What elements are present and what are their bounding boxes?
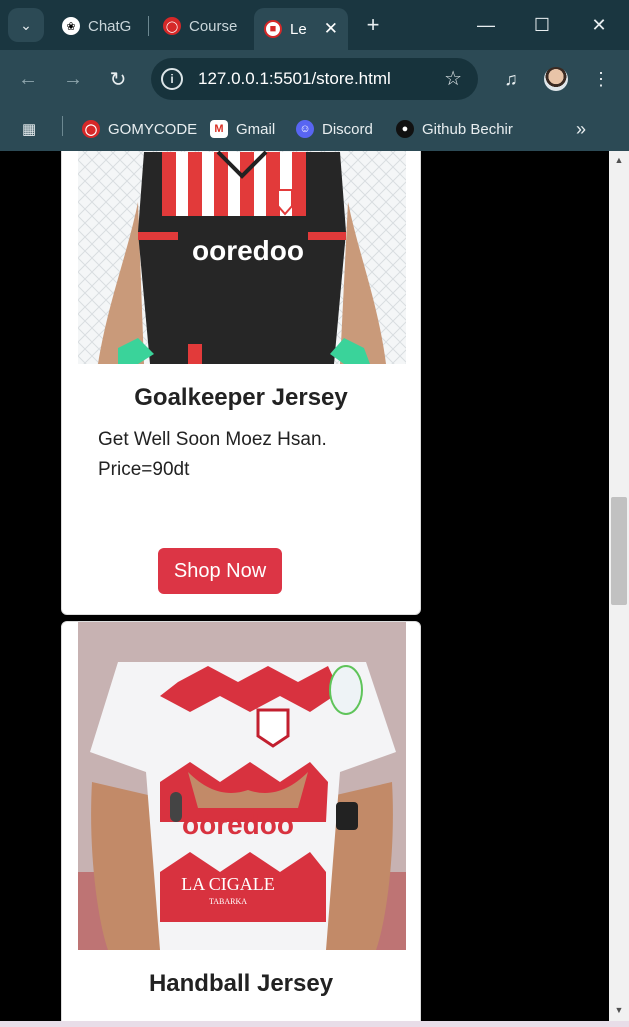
bookmark-discord[interactable]: ☺ Discord xyxy=(296,117,373,141)
product-title: Goalkeeper Jersey xyxy=(134,384,348,411)
more-bookmarks-icon[interactable]: » xyxy=(576,117,586,141)
discord-icon: ☺ xyxy=(296,120,314,138)
product-title: Handball Jersey xyxy=(148,970,334,997)
maximize-button[interactable]: ☐ xyxy=(522,10,562,40)
tab-course[interactable]: ◯ Course xyxy=(153,8,243,44)
arrow-right-icon: → xyxy=(63,67,83,90)
bookmark-label: Gmail xyxy=(236,120,276,138)
back-button[interactable]: ← xyxy=(16,67,40,91)
arrow-left-icon: ← xyxy=(18,67,38,90)
handball-jersey-image: ooredoo LA CIGALE TABARKA xyxy=(78,622,406,950)
site-info-icon[interactable]: i xyxy=(161,68,183,90)
menu-dots-icon[interactable]: ⋮ xyxy=(588,66,614,92)
forward-button[interactable]: → xyxy=(61,67,85,91)
bookmark-github[interactable]: ● Github Bechir xyxy=(396,117,513,141)
github-icon: ● xyxy=(396,120,414,138)
bookmark-label: GOMYCODE xyxy=(108,120,198,138)
browser-toolbar: ← → ↻ i 127.0.0.1:5501/store.html ☆ ♫ ⋮ xyxy=(0,50,629,108)
page-viewport: ooredoo Goalkeeper Jersey Get Well Soon … xyxy=(0,151,609,1021)
url-text[interactable]: 127.0.0.1:5501/store.html xyxy=(198,69,391,89)
close-window-button[interactable]: ✕ xyxy=(579,10,619,40)
product-description: Get Well Soon Moez Hsan. xyxy=(98,429,327,450)
tab-strip: ⌄ ❀ ChatG ◯ Course ■ Le ✕ + — ☐ ✕ xyxy=(0,0,629,50)
tab-search-button[interactable]: ⌄ xyxy=(8,8,44,42)
reload-icon: ↻ xyxy=(109,68,127,91)
tab-store[interactable]: ■ Le ✕ xyxy=(254,8,348,50)
tab-label: ChatG xyxy=(88,17,132,35)
media-controls-icon[interactable]: ♫ xyxy=(498,66,524,92)
bookmark-separator xyxy=(62,116,63,136)
page-scrollbar[interactable]: ▲ ▼ xyxy=(609,151,629,1021)
tab-separator xyxy=(148,16,149,36)
tab-chatgpt[interactable]: ❀ ChatG xyxy=(52,8,140,44)
bookmark-star-icon[interactable]: ☆ xyxy=(444,66,462,91)
gomycode-icon: ◯ xyxy=(82,120,100,138)
bookmark-gomycode[interactable]: ◯ GOMYCODE xyxy=(82,117,197,141)
bookmark-label: Github Bechir xyxy=(422,120,513,138)
reload-button[interactable]: ↻ xyxy=(106,67,130,91)
sponsor-text: ooredoo xyxy=(192,235,304,266)
bottom-border xyxy=(0,1021,629,1027)
chevron-down-icon: ⌄ xyxy=(20,16,32,33)
apps-grid-icon[interactable]: ▦ xyxy=(22,117,36,141)
gomycode-icon: ◯ xyxy=(163,17,181,35)
scroll-up-arrow-icon[interactable]: ▲ xyxy=(609,155,629,169)
product-price: Price=90dt xyxy=(98,459,190,480)
chatgpt-icon: ❀ xyxy=(62,17,80,35)
product-card-goalkeeper: ooredoo Goalkeeper Jersey Get Well Soon … xyxy=(61,151,421,615)
club-crest-icon: ■ xyxy=(264,20,282,38)
bookmark-gmail[interactable]: M Gmail xyxy=(210,117,275,141)
address-bar[interactable]: i 127.0.0.1:5501/store.html ☆ xyxy=(151,58,478,100)
goalkeeper-jersey-image: ooredoo xyxy=(78,151,406,364)
product-card-handball: ooredoo LA CIGALE TABARKA Handball Jerse… xyxy=(61,621,421,1021)
bookmarks-bar: ▦ ◯ GOMYCODE M Gmail ☺ Discord ● Github … xyxy=(0,108,629,151)
shirt-subtext: TABARKA xyxy=(209,897,247,906)
sponsor-text: ooredoo xyxy=(182,809,294,840)
minimize-button[interactable]: — xyxy=(466,10,506,40)
bookmark-label: Discord xyxy=(322,120,373,138)
browser-chrome: ⌄ ❀ ChatG ◯ Course ■ Le ✕ + — ☐ ✕ ← → ↻ … xyxy=(0,0,629,151)
tab-label: Le xyxy=(290,20,307,38)
shop-now-button[interactable]: Shop Now xyxy=(158,548,282,594)
shirt-text: LA CIGALE xyxy=(181,874,275,894)
tab-label: Course xyxy=(189,17,238,35)
profile-avatar[interactable] xyxy=(544,67,568,91)
gmail-icon: M xyxy=(210,120,228,138)
new-tab-button[interactable]: + xyxy=(362,12,384,38)
close-tab-icon[interactable]: ✕ xyxy=(324,19,338,39)
scrollbar-thumb[interactable] xyxy=(611,497,627,605)
scroll-down-arrow-icon[interactable]: ▼ xyxy=(609,1005,629,1019)
